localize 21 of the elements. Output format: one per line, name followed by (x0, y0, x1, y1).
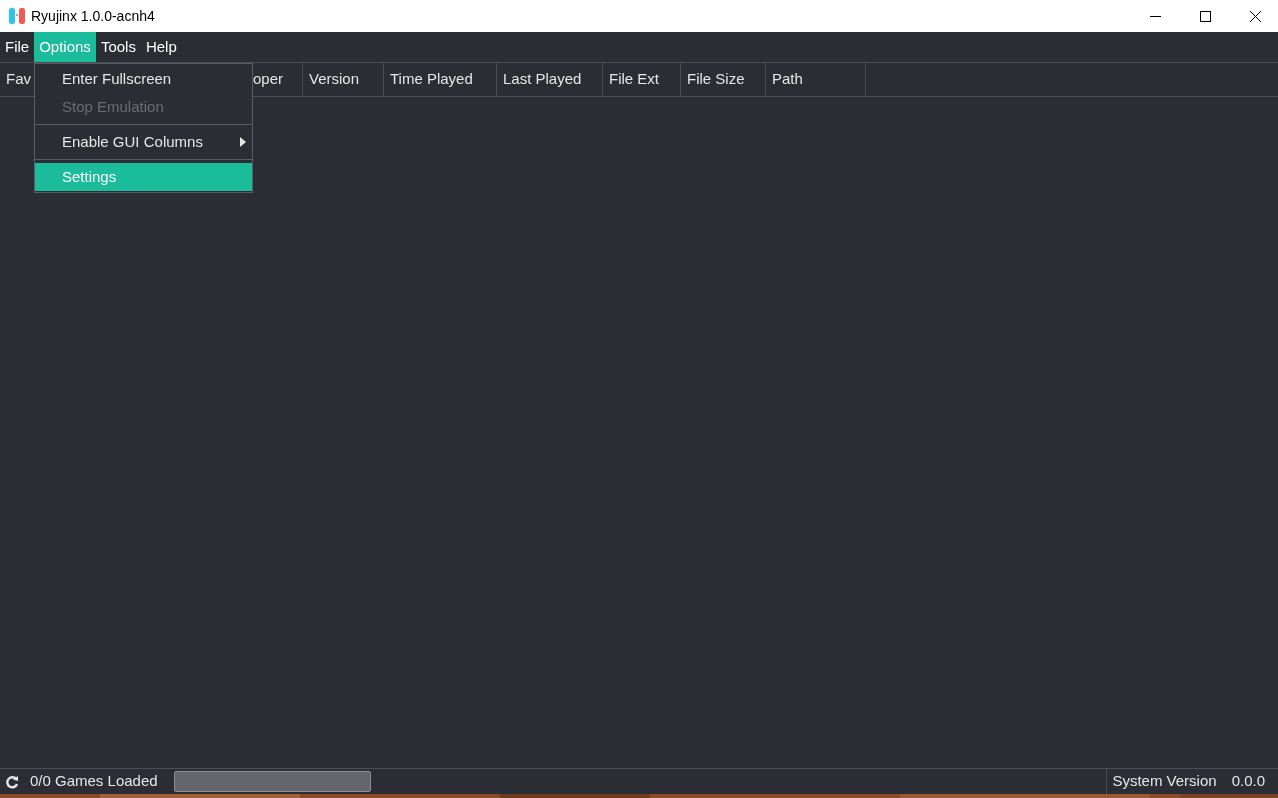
column-header[interactable]: Version (303, 63, 384, 96)
system-version-label: System Version (1112, 771, 1217, 792)
menu-entry[interactable]: Enter Fullscreen (35, 65, 252, 93)
column-header[interactable]: File Size (681, 63, 766, 96)
maximize-icon (1199, 10, 1211, 22)
system-version-value: 0.0.0 (1231, 771, 1265, 792)
column-header[interactable]: File Ext (603, 63, 681, 96)
menu-item[interactable]: Tools (95, 32, 141, 62)
menu-item[interactable]: File (0, 32, 35, 62)
menu-entry[interactable]: Enable GUI Columns (35, 128, 252, 156)
minimize-icon (1149, 15, 1161, 17)
close-icon (1249, 10, 1261, 22)
window-title: Ryujinx 1.0.0-acnh4 (31, 6, 155, 26)
column-header[interactable]: Time Played (384, 63, 497, 96)
refresh-icon[interactable] (5, 774, 19, 789)
app-logo-icon (9, 7, 25, 25)
submenu-arrow-icon (240, 137, 246, 147)
games-loaded-text: 0/0 Games Loaded (30, 771, 158, 792)
column-header[interactable]: Last Played (497, 63, 603, 96)
menu-item[interactable]: Help (140, 32, 182, 62)
column-header[interactable]: Path (766, 63, 866, 96)
